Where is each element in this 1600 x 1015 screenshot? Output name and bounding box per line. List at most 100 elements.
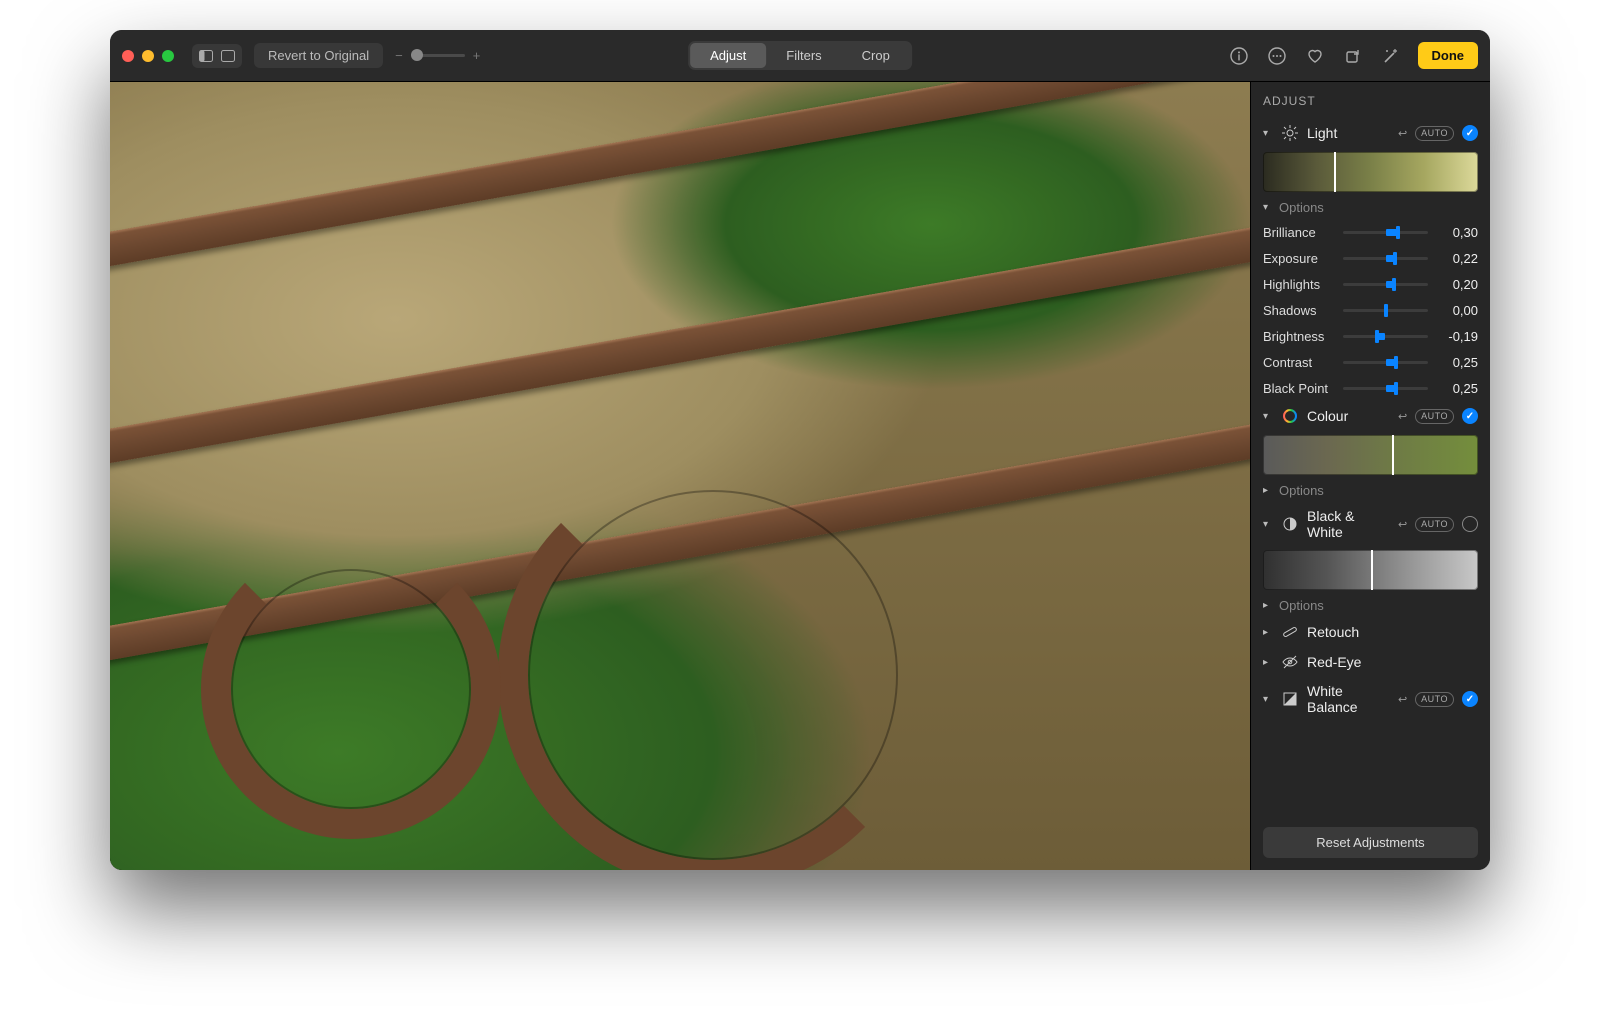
rotate-icon[interactable] bbox=[1342, 45, 1364, 67]
colour-options-toggle[interactable]: ▸ Options bbox=[1263, 481, 1478, 502]
param-value: 0,25 bbox=[1436, 355, 1478, 370]
param-value: 0,22 bbox=[1436, 251, 1478, 266]
zoom-minus-icon: − bbox=[395, 48, 403, 63]
favorite-icon[interactable] bbox=[1304, 45, 1326, 67]
chevron-down-icon: ▾ bbox=[1263, 202, 1273, 213]
section-bw-title: Black & White bbox=[1307, 508, 1390, 540]
section-redeye-header[interactable]: ▸ Red-Eye bbox=[1263, 647, 1478, 677]
light-param-row: Exposure0,22 bbox=[1263, 245, 1478, 271]
sidebar-left-icon bbox=[195, 47, 217, 65]
param-label: Shadows bbox=[1263, 303, 1335, 318]
section-light-title: Light bbox=[1307, 125, 1390, 141]
undo-wb-icon[interactable]: ↩ bbox=[1398, 693, 1407, 706]
chevron-down-icon: ▾ bbox=[1263, 519, 1273, 530]
toolbar-right: Done bbox=[1228, 42, 1479, 69]
wb-enabled-badge[interactable]: ✓ bbox=[1462, 691, 1478, 707]
chevron-right-icon: ▸ bbox=[1263, 627, 1273, 638]
chevron-down-icon: ▾ bbox=[1263, 128, 1273, 139]
zoom-slider[interactable]: − + bbox=[395, 48, 480, 63]
undo-colour-icon[interactable]: ↩ bbox=[1398, 410, 1407, 423]
half-circle-icon bbox=[1281, 515, 1299, 533]
undo-bw-icon[interactable]: ↩ bbox=[1398, 518, 1407, 531]
info-icon[interactable] bbox=[1228, 45, 1250, 67]
tab-crop[interactable]: Crop bbox=[842, 43, 910, 68]
light-param-row: Black Point0,25 bbox=[1263, 375, 1478, 401]
tab-adjust[interactable]: Adjust bbox=[690, 43, 766, 68]
chevron-down-icon: ▾ bbox=[1263, 411, 1273, 422]
adjust-sidebar: ADJUST ▾ Light ↩ AUTO ✓ ▾ Options bbox=[1250, 82, 1490, 870]
colour-thumbstrip[interactable] bbox=[1263, 435, 1478, 475]
param-label: Brightness bbox=[1263, 329, 1335, 344]
close-window-button[interactable] bbox=[122, 50, 134, 62]
chevron-right-icon: ▸ bbox=[1263, 485, 1273, 496]
light-param-row: Brightness -0,19 bbox=[1263, 323, 1478, 349]
reset-adjustments-button[interactable]: Reset Adjustments bbox=[1263, 827, 1478, 858]
auto-light-button[interactable]: AUTO bbox=[1415, 126, 1454, 141]
param-label: Contrast bbox=[1263, 355, 1335, 370]
colour-ring-icon bbox=[1281, 407, 1299, 425]
auto-bw-button[interactable]: AUTO bbox=[1415, 517, 1454, 532]
section-wb-title: White Balance bbox=[1307, 683, 1390, 715]
light-param-row: Highlights0,20 bbox=[1263, 271, 1478, 297]
light-thumbstrip[interactable] bbox=[1263, 152, 1478, 192]
zoom-window-button[interactable] bbox=[162, 50, 174, 62]
minimize-window-button[interactable] bbox=[142, 50, 154, 62]
light-param-row: Brilliance 0,30 bbox=[1263, 219, 1478, 245]
chevron-right-icon: ▸ bbox=[1263, 600, 1273, 611]
more-icon[interactable] bbox=[1266, 45, 1288, 67]
section-retouch-header[interactable]: ▸ Retouch bbox=[1263, 617, 1478, 647]
section-bw-header[interactable]: ▾ Black & White ↩ AUTO bbox=[1263, 502, 1478, 546]
eye-slash-icon bbox=[1281, 653, 1299, 671]
edit-mode-tabs: Adjust Filters Crop bbox=[688, 41, 912, 70]
chevron-right-icon: ▸ bbox=[1263, 657, 1273, 668]
sidebar-right-icon bbox=[217, 47, 239, 65]
param-slider[interactable] bbox=[1343, 223, 1428, 241]
param-slider[interactable] bbox=[1343, 327, 1428, 345]
section-colour-header[interactable]: ▾ Colour ↩ AUTO ✓ bbox=[1263, 401, 1478, 431]
enhance-icon[interactable] bbox=[1380, 45, 1402, 67]
bw-thumbstrip[interactable] bbox=[1263, 550, 1478, 590]
param-slider[interactable] bbox=[1343, 301, 1428, 319]
zoom-track[interactable] bbox=[411, 54, 465, 57]
options-label: Options bbox=[1279, 483, 1324, 498]
param-label: Brilliance bbox=[1263, 225, 1335, 240]
param-slider[interactable] bbox=[1343, 379, 1428, 397]
chevron-down-icon: ▾ bbox=[1263, 694, 1273, 705]
auto-colour-button[interactable]: AUTO bbox=[1415, 409, 1454, 424]
section-colour-title: Colour bbox=[1307, 408, 1390, 424]
light-param-row: Shadows 0,00 bbox=[1263, 297, 1478, 323]
auto-wb-button[interactable]: AUTO bbox=[1415, 692, 1454, 707]
param-value: 0,30 bbox=[1436, 225, 1478, 240]
sidebar-toggle-segment[interactable] bbox=[192, 44, 242, 68]
triangle-square-icon bbox=[1281, 690, 1299, 708]
undo-light-icon[interactable]: ↩ bbox=[1398, 127, 1407, 140]
tab-filters[interactable]: Filters bbox=[766, 43, 841, 68]
photo-canvas[interactable] bbox=[110, 82, 1250, 870]
param-value: 0,20 bbox=[1436, 277, 1478, 292]
param-value: 0,00 bbox=[1436, 303, 1478, 318]
done-button[interactable]: Done bbox=[1418, 42, 1479, 69]
param-slider[interactable] bbox=[1343, 275, 1428, 293]
param-value: 0,25 bbox=[1436, 381, 1478, 396]
section-retouch-title: Retouch bbox=[1307, 624, 1478, 640]
param-slider[interactable] bbox=[1343, 353, 1428, 371]
section-light-header[interactable]: ▾ Light ↩ AUTO ✓ bbox=[1263, 118, 1478, 148]
options-label: Options bbox=[1279, 598, 1324, 613]
param-slider[interactable] bbox=[1343, 249, 1428, 267]
section-wb-header[interactable]: ▾ White Balance ↩ AUTO ✓ bbox=[1263, 677, 1478, 721]
bw-enabled-badge[interactable] bbox=[1462, 516, 1478, 532]
param-value: -0,19 bbox=[1436, 329, 1478, 344]
section-redeye-title: Red-Eye bbox=[1307, 654, 1478, 670]
revert-to-original-button[interactable]: Revert to Original bbox=[254, 43, 383, 68]
light-options-toggle[interactable]: ▾ Options bbox=[1263, 198, 1478, 219]
colour-enabled-badge[interactable]: ✓ bbox=[1462, 408, 1478, 424]
window-controls bbox=[122, 50, 174, 62]
bw-options-toggle[interactable]: ▸ Options bbox=[1263, 596, 1478, 617]
sidebar-title: ADJUST bbox=[1263, 82, 1478, 118]
photo-image bbox=[110, 82, 1250, 870]
bandage-icon bbox=[1281, 623, 1299, 641]
photos-edit-window: Revert to Original − + Adjust Filters Cr… bbox=[110, 30, 1490, 870]
zoom-plus-icon: + bbox=[473, 48, 481, 63]
light-enabled-badge[interactable]: ✓ bbox=[1462, 125, 1478, 141]
sun-icon bbox=[1281, 124, 1299, 142]
